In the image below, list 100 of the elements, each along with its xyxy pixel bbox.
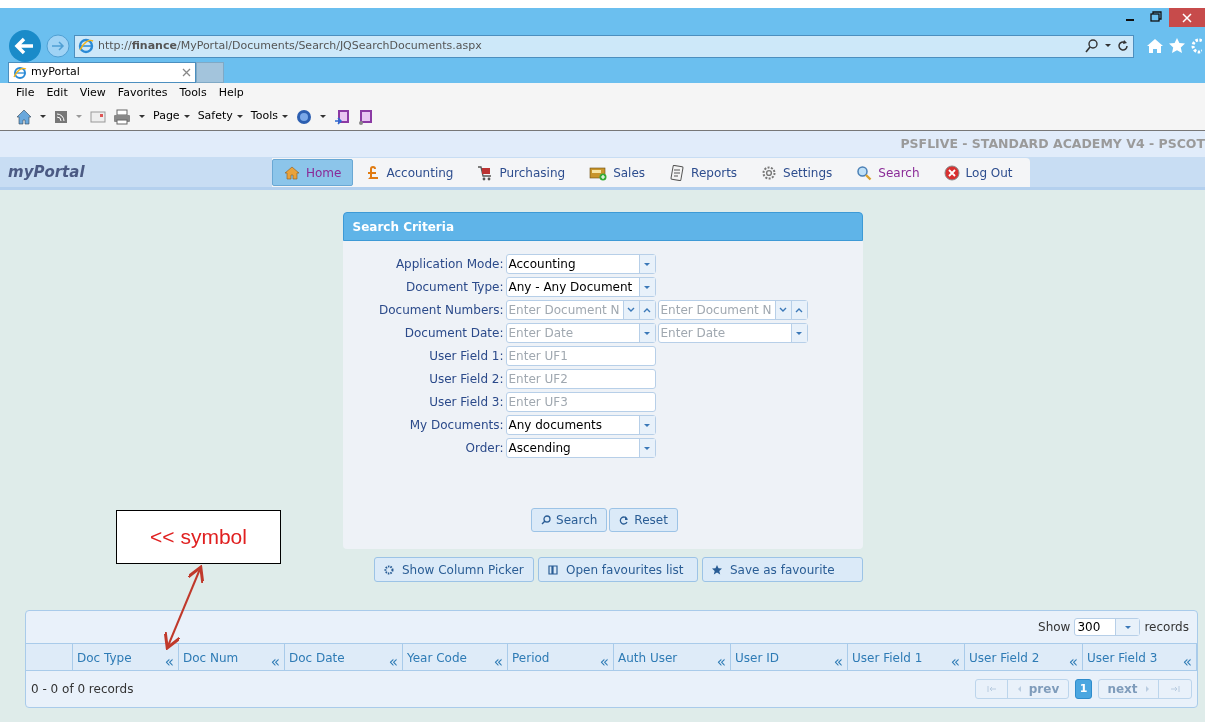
records-label: records bbox=[1144, 619, 1189, 636]
chevron-up-icon bbox=[795, 306, 803, 314]
close-icon[interactable] bbox=[182, 68, 191, 77]
field-label: My Documents: bbox=[408, 417, 505, 434]
caret-icon bbox=[182, 112, 191, 121]
select-field[interactable]: Any documents bbox=[505, 415, 656, 435]
column-header[interactable]: User Field 3 bbox=[1087, 649, 1158, 667]
refresh-icon bbox=[619, 515, 630, 525]
address-bar[interactable]: http://finance/MyPortal/Documents/Search/JQSearchDocuments.aspx bbox=[74, 34, 1134, 58]
annotation-callout: << symbol bbox=[116, 510, 281, 564]
sort-toggle[interactable]: « bbox=[1068, 649, 1078, 670]
sort-toggle[interactable]: « bbox=[716, 649, 726, 670]
sort-toggle[interactable]: « bbox=[950, 649, 960, 670]
search-icon[interactable] bbox=[1084, 39, 1100, 53]
nav-item[interactable]: Search bbox=[845, 159, 931, 186]
column-header[interactable]: Year Code bbox=[407, 649, 467, 667]
caret-right-icon bbox=[1144, 685, 1150, 693]
chevron-down-icon bbox=[779, 306, 787, 314]
column-header[interactable]: Doc Type bbox=[77, 649, 132, 667]
column-header[interactable]: User Field 1 bbox=[852, 649, 923, 667]
field-label: Document Type: bbox=[404, 279, 505, 296]
field-label: User Field 3: bbox=[428, 394, 505, 411]
url-text: http://finance/MyPortal/Documents/Search/JQSearchDocuments.aspx bbox=[98, 37, 483, 54]
caret-icon[interactable] bbox=[318, 112, 327, 121]
caret-icon[interactable] bbox=[138, 112, 146, 121]
nav-item[interactable]: Accounting bbox=[355, 159, 465, 186]
tab-title: myPortal bbox=[31, 64, 81, 81]
printer-icon[interactable] bbox=[113, 108, 131, 125]
menu-item[interactable]: Edit bbox=[46, 84, 68, 102]
toolbar-menu-button[interactable]: Tools bbox=[250, 108, 289, 125]
action-button[interactable]: Save as favourite bbox=[702, 557, 863, 582]
column-header[interactable]: Doc Num bbox=[183, 649, 239, 667]
caret-icon bbox=[643, 260, 651, 268]
column-header[interactable]: Auth User bbox=[618, 649, 678, 667]
close-icon bbox=[943, 164, 960, 181]
menu-item[interactable]: Tools bbox=[179, 84, 207, 102]
nav-item[interactable]: Log Out bbox=[932, 159, 1024, 186]
nav-item[interactable]: Sales bbox=[578, 159, 657, 186]
book-icon bbox=[548, 564, 558, 575]
caret-icon bbox=[280, 112, 289, 121]
action-button[interactable]: Show Column Picker bbox=[374, 557, 534, 582]
action-button[interactable]: Open favourites list bbox=[538, 557, 698, 582]
form-button[interactable]: Reset bbox=[609, 508, 678, 532]
browser-tab[interactable]: myPortal bbox=[8, 62, 196, 83]
search-icon bbox=[541, 515, 552, 525]
gear-icon bbox=[761, 164, 778, 181]
sort-toggle[interactable]: « bbox=[388, 649, 398, 670]
app-logo: myPortal bbox=[8, 161, 86, 183]
sort-toggle[interactable]: « bbox=[833, 649, 843, 670]
report-icon bbox=[669, 164, 686, 181]
page-size-select[interactable]: 300 bbox=[1074, 618, 1141, 636]
globe-e-icon bbox=[13, 65, 27, 80]
banner-text: PSFLIVE - STANDARD ACADEMY V4 - PSCOT bbox=[900, 134, 1205, 153]
nav-item[interactable]: Purchasing bbox=[466, 159, 577, 186]
column-header[interactable]: Doc Date bbox=[289, 649, 345, 667]
refresh-icon[interactable] bbox=[1116, 39, 1130, 53]
nav-item[interactable]: Settings bbox=[750, 159, 844, 186]
sort-toggle[interactable]: « bbox=[1182, 649, 1192, 670]
sort-toggle[interactable]: « bbox=[599, 649, 609, 670]
sort-toggle[interactable]: « bbox=[164, 649, 174, 670]
sort-toggle[interactable]: « bbox=[493, 649, 503, 670]
caret-icon bbox=[643, 283, 651, 291]
caret-icon bbox=[643, 444, 651, 452]
field-label: Document Numbers: bbox=[378, 302, 505, 319]
nav-item[interactable]: Home bbox=[272, 159, 354, 186]
select-field[interactable]: Any - Any Document bbox=[505, 277, 656, 297]
menu-item[interactable]: Help bbox=[218, 84, 244, 102]
text-field[interactable]: Enter UF2 bbox=[505, 369, 656, 389]
column-header[interactable]: Period bbox=[512, 649, 550, 667]
column-header[interactable]: User ID bbox=[735, 649, 779, 667]
cart-icon bbox=[477, 164, 494, 181]
caret-icon[interactable] bbox=[1104, 42, 1112, 50]
field-label: Document Date: bbox=[403, 325, 505, 342]
star-icon[interactable] bbox=[1168, 37, 1186, 55]
select-field[interactable]: Ascending bbox=[505, 438, 656, 458]
mail-icon[interactable] bbox=[90, 110, 106, 123]
records-summary: 0 - 0 of 0 records bbox=[31, 681, 134, 698]
menu-item[interactable]: View bbox=[79, 84, 106, 102]
globe-e-icon bbox=[78, 38, 94, 54]
close-button[interactable] bbox=[1169, 8, 1205, 27]
form-button[interactable]: Search bbox=[531, 508, 608, 532]
text-field[interactable]: Enter UF3 bbox=[505, 392, 656, 412]
toolbar-menu-button[interactable]: Page bbox=[153, 108, 191, 125]
field-label: Application Mode: bbox=[394, 256, 505, 273]
toolbar-menu-button[interactable]: Safety bbox=[197, 108, 244, 125]
sort-toggle[interactable]: « bbox=[270, 649, 280, 670]
cash-register-icon bbox=[589, 164, 608, 181]
text-field[interactable]: Enter UF1 bbox=[505, 346, 656, 366]
feed-icon[interactable] bbox=[54, 109, 68, 124]
caret-icon bbox=[795, 329, 803, 337]
column-header[interactable]: User Field 2 bbox=[969, 649, 1040, 667]
select-field[interactable]: Accounting bbox=[505, 254, 656, 274]
star-icon bbox=[712, 564, 722, 575]
menu-item[interactable]: Favorites bbox=[117, 84, 168, 102]
last-page-icon bbox=[1170, 685, 1180, 693]
pound-icon bbox=[366, 164, 381, 181]
caret-icon[interactable] bbox=[39, 112, 47, 121]
nav-item[interactable]: Reports bbox=[658, 159, 749, 186]
menu-item[interactable]: File bbox=[16, 84, 35, 102]
house-icon[interactable] bbox=[16, 108, 32, 125]
